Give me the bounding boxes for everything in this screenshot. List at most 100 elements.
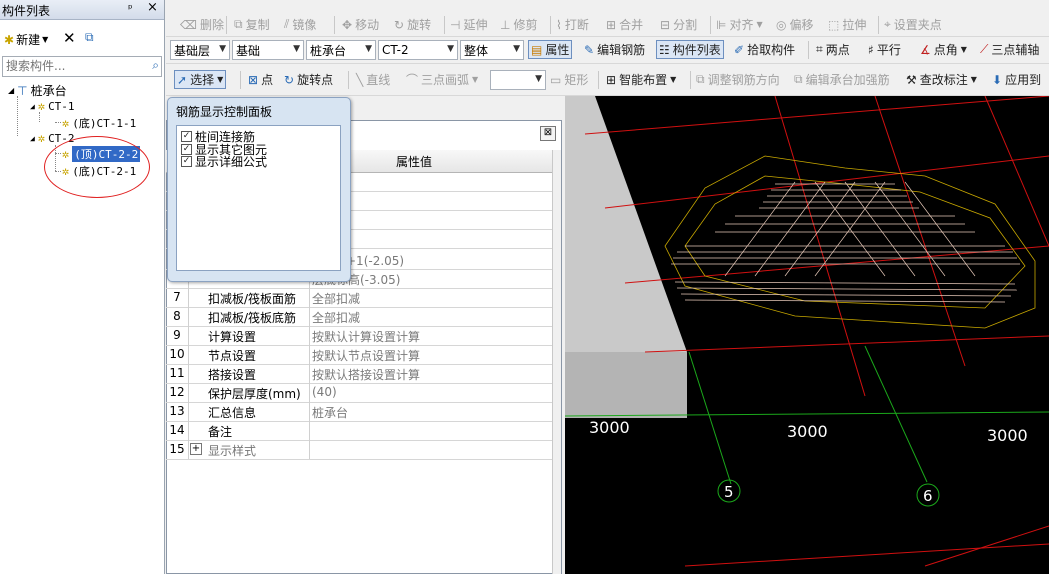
parallel-button[interactable]: ♯ 平行 <box>868 41 901 58</box>
pin-icon[interactable]: ᵖ <box>128 2 133 15</box>
table-row[interactable]: 14 备注 <box>166 421 552 441</box>
option-show-detail-formula[interactable]: ✓ 显示详细公式 <box>181 153 267 170</box>
properties-button[interactable]: ▤ 属性 <box>528 40 573 59</box>
arc-button[interactable]: ⌒ 三点画弧 ▼ <box>406 71 478 88</box>
3d-viewport[interactable]: 3000 3000 3000 5 6 <box>565 96 1049 574</box>
table-row[interactable]: 8 扣减板/筏板底筋 全部扣减 <box>166 307 552 327</box>
trim-label: 修剪 <box>513 18 538 32</box>
tree-root[interactable]: ◢ ⊤ 桩承台 <box>8 82 67 99</box>
row-value[interactable]: 按默认搭接设置计算 <box>312 366 420 383</box>
row-number: 13 <box>169 404 185 418</box>
adjust-rebar-dir-label: 调整钢筋方向 <box>707 73 780 87</box>
row-value[interactable]: 全部扣减 <box>312 309 360 326</box>
arc-mode-select[interactable]: ▼ <box>490 70 546 90</box>
collapse-icon[interactable]: ◢ <box>30 102 35 111</box>
row-number: 15 <box>169 442 185 456</box>
trim-button[interactable]: ⊥ 修剪 <box>500 16 537 33</box>
point-angle-button[interactable]: ∡ 点角 ▼ <box>920 41 967 58</box>
smart-layout-button[interactable]: ⊞ 智能布置 ▼ <box>606 71 676 88</box>
table-row[interactable]: 15 + 显示样式 <box>166 440 552 460</box>
edit-cap-rebar-button[interactable]: ⧉ 编辑承台加强筋 <box>794 71 890 88</box>
collapse-icon[interactable]: ◢ <box>30 134 35 143</box>
row-name: 汇总信息 <box>208 406 257 420</box>
edit-rebar-button[interactable]: ✎ 编辑钢筋 <box>584 41 645 58</box>
floor-select[interactable]: 基础层 ▼ <box>170 40 230 60</box>
parallel-icon: ♯ <box>868 42 874 57</box>
separator <box>690 71 691 89</box>
rotate-label: 旋转 <box>407 18 432 32</box>
delete-icon[interactable]: ✕ <box>63 29 76 47</box>
row-name: 扣减板/筏板面筋 <box>208 292 297 306</box>
properties-label: 属性 <box>545 43 570 57</box>
rotate-button[interactable]: ↻ 旋转 <box>394 16 431 33</box>
component-list-button[interactable]: ☷ 构件列表 <box>656 40 724 59</box>
point-button[interactable]: ⊠ 点 <box>248 71 273 88</box>
rotate-point-button[interactable]: ↻ 旋转点 <box>284 71 333 88</box>
table-row[interactable]: 7 扣减板/筏板面筋 全部扣减 <box>166 288 552 308</box>
copy-button[interactable]: ⧉ 复制 <box>234 16 270 33</box>
rect-button[interactable]: ▭ 矩形 <box>550 71 588 88</box>
offset-button[interactable]: ◎ 偏移 <box>776 16 814 33</box>
grip-button[interactable]: ⌖ 设置夹点 <box>884 16 942 33</box>
component-select[interactable]: CT-2 ▼ <box>378 40 458 60</box>
extend-button[interactable]: ⊣ 延伸 <box>450 16 487 33</box>
pile-cap-outline <box>664 155 1036 329</box>
pick-component-button[interactable]: ✐ 拾取构件 <box>734 41 795 58</box>
row-value[interactable]: 桩承台 <box>312 404 348 421</box>
move-button[interactable]: ✥ 移动 <box>342 16 379 33</box>
close-icon[interactable]: ⊠ <box>540 126 556 141</box>
adjust-rebar-dir-button[interactable]: ⧉ 调整钢筋方向 <box>696 71 780 88</box>
break-button[interactable]: ⌇ 打断 <box>556 16 589 33</box>
mirror-button[interactable]: ⫽ 镜像 <box>284 16 316 33</box>
merge-button[interactable]: ⊞ 合并 <box>606 16 643 33</box>
two-point-label: 两点 <box>825 43 850 57</box>
annotate-label: 查改标注 <box>919 73 968 87</box>
stretch-button[interactable]: ⬚ 拉伸 <box>828 16 866 33</box>
row-name: 显示样式 <box>208 444 257 458</box>
three-point-axis-button[interactable]: ⟋ 三点辅轴 <box>980 41 1039 58</box>
row-value[interactable]: (40) <box>312 385 337 399</box>
collapse-icon[interactable]: ◢ <box>8 86 14 95</box>
split-button[interactable]: ⊟ 分割 <box>660 16 697 33</box>
category-select[interactable]: 桩承台 ▼ <box>306 40 376 60</box>
tree-line <box>55 122 61 123</box>
close-icon[interactable]: × <box>147 0 158 15</box>
row-value[interactable]: 按默认计算设置计算 <box>312 328 420 345</box>
row-value[interactable]: 全部扣减 <box>312 290 360 307</box>
delete-button[interactable]: ⌫ 删除 <box>180 16 224 33</box>
table-row[interactable]: 13 汇总信息 桩承台 <box>166 402 552 422</box>
select-button[interactable]: ➚ 选择 ▼ <box>174 70 227 89</box>
arc-axis-icon: ⟋ <box>980 42 989 56</box>
scope-select[interactable]: 整体 ▼ <box>460 40 524 60</box>
component-search[interactable]: ⌕ <box>2 56 162 77</box>
row-name: 备注 <box>208 425 233 439</box>
new-button[interactable]: ✱ 新建 ▼ <box>4 31 48 48</box>
dropdown-arrow-icon: ▼ <box>217 75 224 84</box>
annotate-button[interactable]: ⚒ 查改标注 ▼ <box>906 71 977 88</box>
angle-icon: ∡ <box>920 42 931 57</box>
expand-icon[interactable]: + <box>190 443 202 455</box>
separator <box>226 16 227 34</box>
search-input[interactable] <box>3 57 139 74</box>
table-row[interactable]: 9 计算设置 按默认计算设置计算 <box>166 326 552 346</box>
parallel-label: 平行 <box>876 43 901 57</box>
copy-icon[interactable]: ⧉ <box>85 30 94 45</box>
table-row[interactable]: 11 搭接设置 按默认搭接设置计算 <box>166 364 552 384</box>
point-angle-label: 点角 <box>933 43 958 57</box>
two-point-button[interactable]: ⌗ 两点 <box>816 41 850 58</box>
row-value[interactable]: 按默认节点设置计算 <box>312 347 420 364</box>
checkbox-checked-icon[interactable]: ✓ <box>181 156 192 167</box>
tree-item-ct1-1[interactable]: ✲ (底)CT-1-1 <box>62 115 136 131</box>
align-button[interactable]: ⊫ 对齐 ▼ <box>716 16 763 33</box>
align-label: 对齐 <box>729 18 754 32</box>
type-select[interactable]: 基础 ▼ <box>232 40 304 60</box>
search-icon[interactable]: ⌕ <box>152 58 159 73</box>
tree-group-ct1[interactable]: ◢ ✲ CT-1 <box>30 99 75 113</box>
apply-to-button[interactable]: ⬇ 应用到 <box>992 71 1041 88</box>
property-scrollbar[interactable] <box>552 150 561 574</box>
table-row[interactable]: 12 保护层厚度(mm) (40) <box>166 383 552 403</box>
dim-label-3: 3000 <box>987 426 1028 445</box>
table-row[interactable]: 10 节点设置 按默认节点设置计算 <box>166 345 552 365</box>
line-button[interactable]: ╲ 直线 <box>356 71 390 88</box>
component-list-titlebar: 构件列表 ᵖ × <box>0 0 164 20</box>
